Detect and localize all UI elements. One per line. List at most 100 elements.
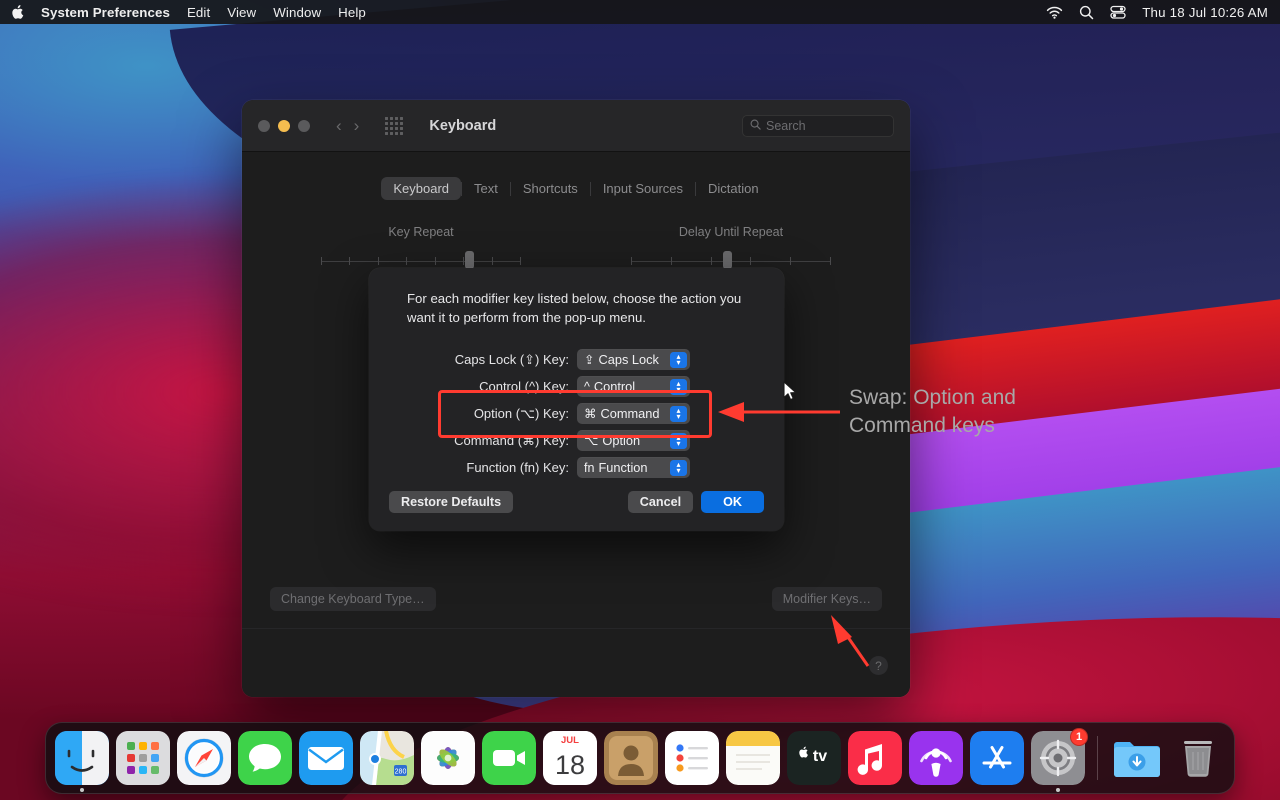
- control-value: Control: [593, 379, 636, 395]
- maps-icon: 280: [360, 731, 414, 785]
- restore-defaults-button[interactable]: Restore Defaults: [389, 491, 514, 513]
- dock-item-photos[interactable]: [421, 731, 475, 785]
- podcasts-icon: [909, 731, 963, 785]
- menu-bar-clock[interactable]: Thu 18 Jul 10:26 AM: [1142, 5, 1268, 20]
- command-popup[interactable]: ⌥ Option ▴ ▾: [577, 430, 690, 452]
- menu-bar: System Preferences Edit View Window Help…: [0, 0, 1280, 24]
- chevron-updown-icon[interactable]: ▴ ▾: [670, 432, 687, 449]
- chevron-updown-icon[interactable]: ▴ ▾: [670, 378, 687, 395]
- cancel-button[interactable]: Cancel: [627, 491, 694, 513]
- dock-item-safari[interactable]: [177, 731, 231, 785]
- row-function: Function (fn) Key: fn Function ▴ ▾: [389, 454, 764, 481]
- chevron-updown-icon[interactable]: ▴ ▾: [670, 351, 687, 368]
- key-repeat-slider-group: Key Repeat: [321, 225, 521, 269]
- minimize-button[interactable]: [278, 119, 290, 132]
- dock-item-notes[interactable]: [726, 731, 780, 785]
- control-label: Control (^) Key:: [479, 379, 569, 395]
- dock-item-facetime[interactable]: [482, 731, 536, 785]
- command-label: Command (⌘) Key:: [454, 432, 569, 448]
- tab-input-sources[interactable]: Input Sources: [591, 177, 695, 200]
- mouse-cursor: [783, 381, 797, 401]
- help-button[interactable]: ?: [869, 656, 888, 675]
- dock-item-reminders[interactable]: [665, 731, 719, 785]
- control-popup[interactable]: ^ Control ▴ ▾: [577, 376, 690, 398]
- dock-item-system-preferences[interactable]: 1: [1031, 728, 1088, 792]
- dock-item-finder[interactable]: [55, 731, 109, 792]
- menu-item-help[interactable]: Help: [338, 5, 366, 20]
- chevron-updown-icon[interactable]: ▴ ▾: [670, 459, 687, 476]
- dock: 280 JUL 18 tv 1: [45, 722, 1235, 794]
- tab-dictation[interactable]: Dictation: [696, 177, 771, 200]
- show-all-icon[interactable]: [385, 116, 404, 135]
- mail-icon: [299, 731, 353, 785]
- dock-item-downloads-folder[interactable]: [1110, 731, 1164, 785]
- row-option: Option (⌥) Key: ⌘ Command ▴ ▾: [389, 400, 764, 427]
- sheet-buttons: Restore Defaults Cancel OK: [389, 491, 764, 513]
- dock-item-music[interactable]: [848, 731, 902, 785]
- ok-button[interactable]: OK: [701, 491, 764, 513]
- search-input[interactable]: [766, 118, 886, 133]
- window-bottom-buttons: Change Keyboard Type… Modifier Keys…: [242, 587, 910, 611]
- control-center-icon[interactable]: [1110, 5, 1126, 19]
- photos-icon: [421, 731, 475, 785]
- contacts-icon: [604, 731, 658, 785]
- traffic-lights: [258, 119, 310, 132]
- wifi-icon[interactable]: [1046, 6, 1063, 19]
- zoom-button[interactable]: [298, 119, 310, 132]
- caps-lock-glyph-icon: ⇪: [584, 353, 595, 368]
- apple-logo-icon[interactable]: [10, 4, 24, 20]
- dock-item-mail[interactable]: [299, 731, 353, 785]
- dock-item-apple-tv[interactable]: tv: [787, 731, 841, 785]
- launchpad-icon: [116, 731, 170, 785]
- tab-text[interactable]: Text: [462, 177, 510, 200]
- facetime-icon: [482, 731, 536, 785]
- modifier-keys-button[interactable]: Modifier Keys…: [771, 587, 882, 611]
- tab-keyboard[interactable]: Keyboard: [381, 177, 462, 200]
- search-box[interactable]: [742, 114, 894, 137]
- search-icon: [750, 119, 761, 133]
- spotlight-search-icon[interactable]: [1079, 5, 1094, 20]
- dock-item-app-store[interactable]: [970, 731, 1024, 785]
- app-store-icon: [970, 731, 1024, 785]
- tab-shortcuts[interactable]: Shortcuts: [511, 177, 590, 200]
- finder-icon: [55, 731, 109, 785]
- dock-item-trash[interactable]: [1171, 731, 1225, 785]
- sheet-description: For each modifier key listed below, choo…: [407, 291, 742, 325]
- menu-item-window[interactable]: Window: [273, 5, 321, 20]
- trash-icon: [1184, 741, 1212, 777]
- safari-icon: [177, 731, 231, 785]
- option-value: Command: [600, 406, 660, 422]
- row-caps-lock: Caps Lock (⇪) Key: ⇪ Caps Lock ▴ ▾: [389, 346, 764, 373]
- close-button[interactable]: [258, 119, 270, 132]
- change-keyboard-type-button[interactable]: Change Keyboard Type…: [270, 587, 436, 611]
- chevron-updown-icon[interactable]: ▴ ▾: [670, 405, 687, 422]
- menu-item-system-preferences[interactable]: System Preferences: [41, 5, 170, 20]
- running-indicator: [1056, 788, 1060, 792]
- delay-until-repeat-slider[interactable]: [631, 251, 831, 269]
- forward-button[interactable]: ›: [354, 117, 360, 134]
- dock-item-contacts[interactable]: [604, 731, 658, 785]
- delay-until-repeat-knob[interactable]: [723, 251, 732, 269]
- menu-item-view[interactable]: View: [227, 5, 256, 20]
- key-repeat-knob[interactable]: [465, 251, 474, 269]
- dock-item-calendar[interactable]: JUL 18: [543, 731, 597, 785]
- option-popup[interactable]: ⌘ Command ▴ ▾: [577, 403, 690, 425]
- option-glyph-icon: ⌥: [584, 434, 599, 449]
- tab-bar: Keyboard Text Shortcuts Input Sources Di…: [242, 152, 910, 200]
- dock-item-messages[interactable]: [238, 731, 292, 785]
- messages-icon: [238, 731, 292, 785]
- function-popup[interactable]: fn Function ▴ ▾: [577, 457, 690, 479]
- dock-item-launchpad[interactable]: [116, 731, 170, 785]
- dock-item-podcasts[interactable]: [909, 731, 963, 785]
- fn-glyph-icon: fn: [584, 460, 595, 475]
- back-button[interactable]: ‹: [336, 117, 342, 134]
- menu-item-edit[interactable]: Edit: [187, 5, 210, 20]
- dock-item-maps[interactable]: 280: [360, 731, 414, 785]
- caps-lock-popup[interactable]: ⇪ Caps Lock ▴ ▾: [577, 349, 690, 371]
- modifier-keys-sheet: For each modifier key listed below, choo…: [369, 268, 784, 531]
- music-icon: [848, 731, 902, 785]
- row-command: Command (⌘) Key: ⌥ Option ▴ ▾: [389, 427, 764, 454]
- key-repeat-slider[interactable]: [321, 251, 521, 269]
- caps-lock-value: Caps Lock: [598, 352, 659, 368]
- page-title: Keyboard: [429, 117, 497, 134]
